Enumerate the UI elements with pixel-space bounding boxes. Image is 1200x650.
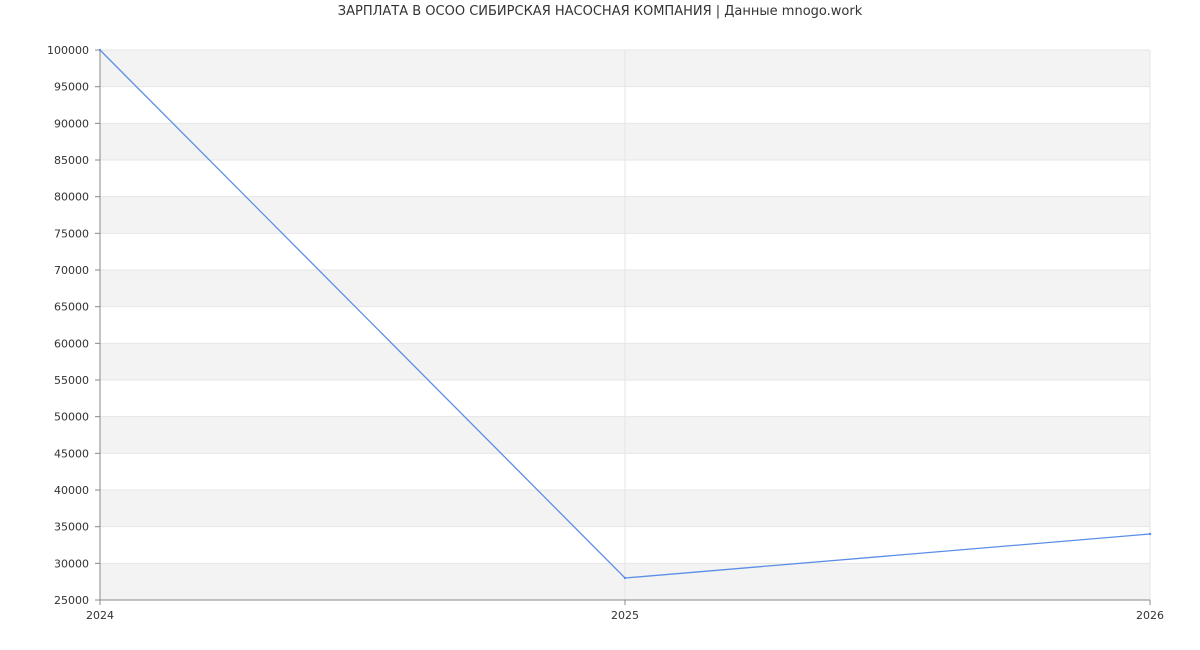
- y-tick-label: 95000: [54, 81, 89, 94]
- y-tick-label: 85000: [54, 154, 89, 167]
- y-tick-label: 70000: [54, 264, 89, 277]
- x-tick-labels: 2024 2025 2026: [86, 609, 1164, 622]
- y-tick-labels: 25000 30000 35000 40000 45000 50000 55000 60000…: [47, 44, 89, 607]
- y-tick-label: 45000: [54, 447, 89, 460]
- data-point: [98, 48, 102, 52]
- y-tick-label: 40000: [54, 484, 89, 497]
- y-tick-label: 50000: [54, 411, 89, 424]
- y-tick-label: 75000: [54, 227, 89, 240]
- y-tick-label: 35000: [54, 521, 89, 534]
- y-tick-label: 100000: [47, 44, 89, 57]
- y-tick-label: 60000: [54, 337, 89, 350]
- data-point: [1148, 532, 1152, 536]
- y-tick-label: 30000: [54, 557, 89, 570]
- y-tick-label: 25000: [54, 594, 89, 607]
- x-tick-label: 2025: [611, 609, 639, 622]
- y-tick-label: 80000: [54, 191, 89, 204]
- x-tick-label: 2024: [86, 609, 114, 622]
- y-tick-label: 55000: [54, 374, 89, 387]
- x-tick-label: 2026: [1136, 609, 1164, 622]
- y-tick-label: 65000: [54, 301, 89, 314]
- y-tick-label: 90000: [54, 117, 89, 130]
- data-point: [623, 576, 627, 580]
- line-chart: 25000 30000 35000 40000 45000 50000 55000 60000…: [47, 44, 1164, 622]
